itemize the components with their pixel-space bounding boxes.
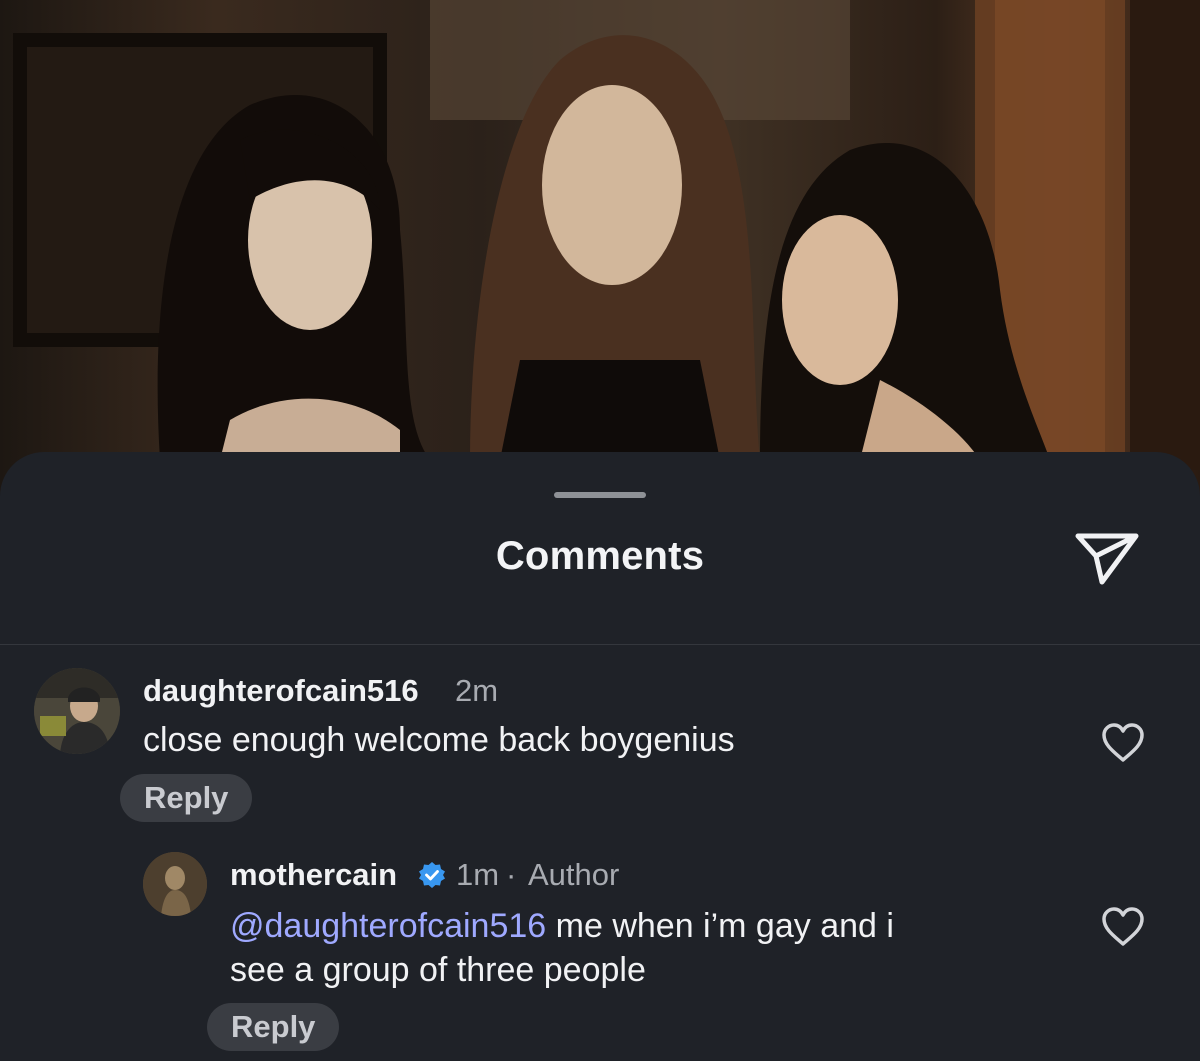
author-badge: Author xyxy=(528,857,620,892)
verified-badge-icon xyxy=(419,862,445,888)
heart-outline-icon xyxy=(1102,907,1144,946)
reply-text-line2: see a group of three people xyxy=(230,951,646,989)
screen: Comments daughterofcain516 2m close enou… xyxy=(0,0,1200,1061)
sheet-title: Comments xyxy=(495,534,705,578)
commenter-avatar[interactable] xyxy=(34,668,120,754)
comment-username[interactable]: daughterofcain516 xyxy=(143,673,419,709)
heart-outline-icon xyxy=(1102,723,1144,762)
reply-timestamp: 1m xyxy=(456,857,500,892)
reply-button[interactable]: Reply xyxy=(207,1003,340,1051)
share-button[interactable] xyxy=(1072,526,1142,590)
mention-link[interactable]: @daughterofcain516 xyxy=(230,907,546,945)
reply-button[interactable]: Reply xyxy=(120,774,253,822)
reply-username[interactable]: mothercain xyxy=(230,857,397,893)
like-button[interactable] xyxy=(1100,906,1146,948)
post-photo xyxy=(0,0,1200,520)
reply-text: @daughterofcain516 me when i’m gay and i xyxy=(230,904,894,948)
comment-timestamp: 2m xyxy=(455,673,499,708)
reply-text-line1: me when i’m gay and i xyxy=(546,907,894,945)
comments-sheet: Comments daughterofcain516 2m close enou… xyxy=(0,452,1200,1061)
sheet-drag-handle[interactable] xyxy=(554,492,646,498)
meta-separator: · xyxy=(506,857,517,892)
comment-text: close enough welcome back boygenius xyxy=(143,721,735,759)
reply-avatar[interactable] xyxy=(143,852,207,916)
send-paper-plane-icon xyxy=(1075,533,1139,585)
like-button[interactable] xyxy=(1100,722,1146,764)
header-divider xyxy=(0,644,1200,645)
